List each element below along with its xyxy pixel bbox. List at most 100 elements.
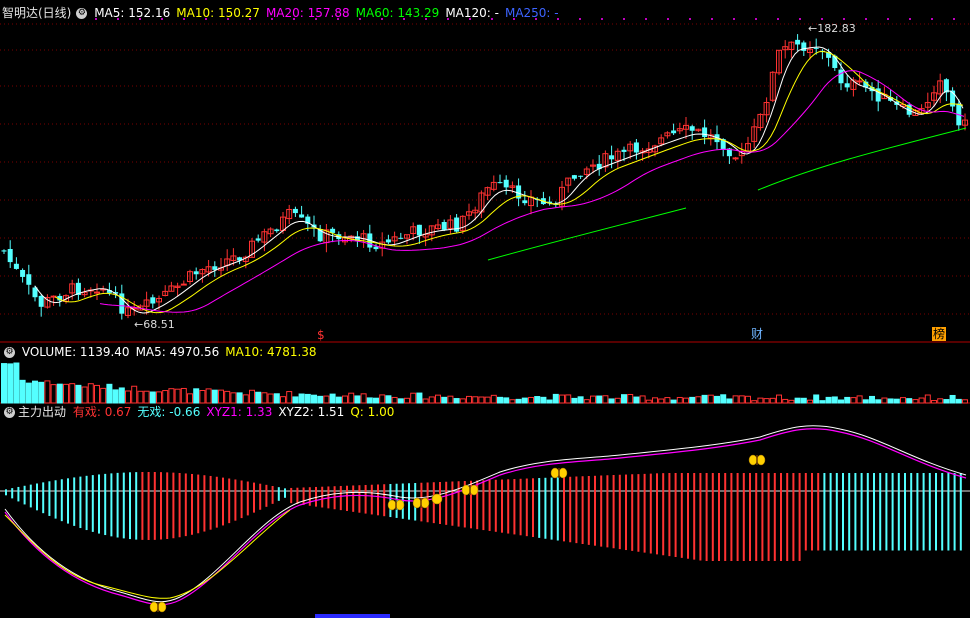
candle-body	[20, 269, 26, 277]
volume-bar	[918, 397, 925, 404]
volume-bar	[701, 394, 708, 404]
volume-bar	[397, 398, 404, 404]
volume-bar	[856, 395, 863, 404]
volume-bar	[298, 393, 305, 404]
candle-body	[13, 263, 19, 269]
volume-bar	[255, 391, 262, 404]
butterfly-icon	[149, 601, 167, 613]
volume-bar	[149, 391, 156, 404]
volume-bar	[224, 390, 231, 404]
volume-bar	[63, 383, 69, 404]
volume-bar	[329, 393, 336, 404]
candle-body	[609, 155, 615, 160]
chart-canvas	[0, 18, 970, 618]
volume-bar	[583, 399, 590, 404]
volume-bar	[267, 393, 274, 404]
volume-bar	[404, 397, 410, 404]
indicator-bars	[5, 471, 962, 561]
candle-body	[1, 250, 7, 252]
volume-bar	[410, 392, 417, 404]
ma60-line-segment	[487, 207, 687, 261]
volume-bar	[94, 384, 100, 404]
candle-body	[416, 224, 422, 236]
indicator-value-4: Q: 1.00	[350, 405, 395, 419]
volume-bar	[7, 363, 14, 404]
candle-body	[621, 149, 627, 152]
volume-bar	[807, 399, 813, 404]
volume-bar	[732, 395, 739, 404]
volume-bar	[32, 380, 38, 404]
indicator-settings-gear-icon[interactable]: ⚙	[4, 407, 15, 418]
candle-body	[813, 47, 819, 49]
ma250-dot	[711, 18, 713, 20]
bottom-scroll-indicator[interactable]	[315, 614, 390, 618]
volume-bar	[304, 393, 311, 404]
volume-bar	[726, 398, 733, 404]
volume-bar	[81, 386, 88, 404]
volume-bar	[453, 398, 460, 404]
candle-body	[292, 208, 298, 214]
volume-bar	[571, 397, 578, 404]
marker-cai[interactable]: 财	[751, 327, 763, 341]
volume-bar	[869, 395, 875, 404]
volume-indicator-2: MA10: 4781.38	[225, 345, 317, 359]
volume-bar	[56, 383, 63, 404]
candle-body	[671, 130, 677, 134]
volume-bar	[466, 395, 472, 404]
candle-body	[838, 69, 844, 84]
candle-body	[702, 127, 708, 138]
volume-bar	[112, 389, 119, 404]
candle-body	[398, 237, 404, 239]
volume-bar	[503, 397, 510, 404]
volume-bar	[118, 387, 125, 404]
volume-bar	[528, 396, 534, 404]
volume-bar	[924, 394, 931, 404]
volume-settings-gear-icon[interactable]: ⚙	[4, 347, 15, 358]
volume-bar	[652, 397, 658, 404]
candle-body	[274, 229, 280, 232]
volume-bar	[131, 385, 138, 404]
volume-bar	[317, 395, 324, 404]
volume-bar	[286, 391, 293, 404]
marker-dollar[interactable]: $	[317, 328, 325, 342]
volume-bar	[137, 390, 144, 404]
volume-bar	[249, 389, 255, 404]
volume-bar	[875, 399, 882, 404]
butterfly-icon	[412, 497, 430, 509]
candle-body	[497, 182, 503, 184]
volume-indicator-values: VOLUME: 1139.40 MA5: 4970.56 MA10: 4781.38	[22, 345, 323, 359]
volume-bar	[707, 394, 714, 404]
volume-bar	[955, 398, 962, 404]
volume-bar	[100, 387, 107, 404]
candle-body	[571, 175, 577, 179]
indicator-value-3: XYZ2: 1.51	[278, 405, 345, 419]
volume-bar	[261, 392, 268, 404]
ma250-dot	[689, 18, 691, 20]
volume-bar	[484, 396, 491, 404]
volume-bar	[428, 396, 435, 404]
volume-bar	[745, 395, 751, 404]
volume-bar	[757, 397, 764, 404]
candle-body	[26, 274, 32, 285]
price-indicator-4: MA120: -	[445, 6, 499, 20]
volume-bar	[180, 387, 187, 404]
high-price-label: ←182.83	[808, 22, 856, 35]
butterfly-icon	[461, 484, 479, 496]
volume-bar	[211, 389, 218, 404]
settings-gear-icon[interactable]: ⚙	[76, 8, 88, 19]
volume-bar	[143, 390, 150, 404]
volume-bar	[1, 363, 7, 404]
candle-body	[844, 83, 850, 88]
volume-bar	[776, 394, 782, 404]
volume-bar	[125, 390, 131, 404]
volume-bar	[199, 389, 206, 404]
marker-bang[interactable]: 榜	[932, 327, 947, 341]
volume-bar	[949, 394, 956, 404]
butterfly-signals	[149, 454, 766, 613]
ma250-dot	[821, 18, 823, 20]
candle-body	[578, 175, 584, 177]
price-indicator-3: MA60: 143.29	[355, 6, 440, 20]
candle-body	[856, 80, 863, 83]
volume-bar	[800, 397, 807, 404]
ma250-dot	[667, 18, 669, 20]
